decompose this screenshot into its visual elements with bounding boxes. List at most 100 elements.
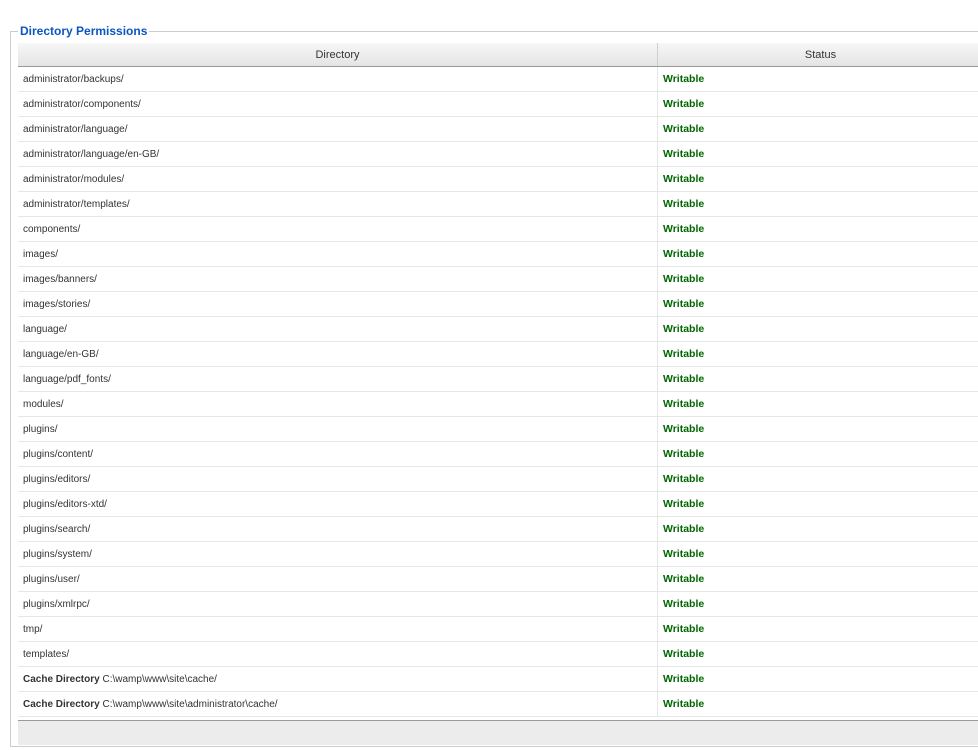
status-cell: Writable	[657, 491, 978, 517]
table-row: components/Writable	[18, 216, 978, 242]
table-row: administrator/templates/Writable	[18, 191, 978, 217]
directory-cell: plugins/	[18, 416, 658, 442]
status-cell: Writable	[657, 316, 978, 342]
table-footer	[18, 720, 978, 745]
directory-cell: plugins/xmlrpc/	[18, 591, 658, 617]
directory-cell: administrator/language/en-GB/	[18, 141, 658, 167]
directory-path: administrator/backups/	[23, 73, 124, 85]
directory-path: images/stories/	[23, 298, 91, 310]
table-row: language/en-GB/Writable	[18, 341, 978, 367]
directory-path: language/pdf_fonts/	[23, 373, 111, 385]
directory-path: administrator/components/	[23, 98, 141, 110]
column-header-directory: Directory	[18, 43, 658, 67]
directory-path: plugins/xmlrpc/	[23, 598, 90, 610]
table-row: administrator/language/Writable	[18, 116, 978, 142]
directory-path: language/en-GB/	[23, 348, 99, 360]
directory-path: modules/	[23, 398, 64, 410]
status-cell: Writable	[657, 391, 978, 417]
table-row: language/pdf_fonts/Writable	[18, 366, 978, 392]
table-row: administrator/modules/Writable	[18, 166, 978, 192]
status-cell: Writable	[657, 141, 978, 167]
directory-path: administrator/templates/	[23, 198, 130, 210]
directory-path: images/	[23, 248, 59, 260]
directory-cell: plugins/user/	[18, 566, 658, 592]
table-row: plugins/content/Writable	[18, 441, 978, 467]
directory-cell: images/banners/	[18, 266, 658, 292]
directory-path: plugins/content/	[23, 448, 94, 460]
table-row: images/Writable	[18, 241, 978, 267]
directory-path: plugins/	[23, 423, 58, 435]
table-row: images/stories/Writable	[18, 291, 978, 317]
status-cell: Writable	[657, 516, 978, 542]
directory-cell: administrator/components/	[18, 91, 658, 117]
status-cell: Writable	[657, 466, 978, 492]
directory-path: C:\wamp\www\site\cache/	[102, 673, 217, 685]
status-cell: Writable	[657, 216, 978, 242]
directory-cell: administrator/language/	[18, 116, 658, 142]
directory-cell: images/	[18, 241, 658, 267]
status-cell: Writable	[657, 166, 978, 192]
status-cell: Writable	[657, 291, 978, 317]
status-cell: Writable	[657, 91, 978, 117]
directory-cell: plugins/search/	[18, 516, 658, 542]
directory-cell: administrator/backups/	[18, 66, 658, 92]
status-cell: Writable	[657, 541, 978, 567]
cache-directory-label: Cache Directory	[23, 698, 100, 710]
directory-cell: language/pdf_fonts/	[18, 366, 658, 392]
directory-cell: plugins/editors-xtd/	[18, 491, 658, 517]
table-row: plugins/user/Writable	[18, 566, 978, 592]
directory-cell: templates/	[18, 641, 658, 667]
table-row: administrator/language/en-GB/Writable	[18, 141, 978, 167]
directory-cell: plugins/content/	[18, 441, 658, 467]
directory-permissions-table: Directory Status administrator/backups/W…	[18, 43, 978, 717]
directory-path: plugins/user/	[23, 573, 80, 585]
column-header-status: Status	[657, 43, 978, 67]
table-row: plugins/xmlrpc/Writable	[18, 591, 978, 617]
directory-cell: components/	[18, 216, 658, 242]
table-row: modules/Writable	[18, 391, 978, 417]
directory-cell: images/stories/	[18, 291, 658, 317]
directory-cell: plugins/editors/	[18, 466, 658, 492]
directory-path: plugins/editors-xtd/	[23, 498, 107, 510]
table-row: language/Writable	[18, 316, 978, 342]
directory-cell: language/	[18, 316, 658, 342]
directory-path: tmp/	[23, 623, 43, 635]
status-cell: Writable	[657, 366, 978, 392]
status-cell: Writable	[657, 641, 978, 667]
directory-cell: administrator/modules/	[18, 166, 658, 192]
directory-cell: language/en-GB/	[18, 341, 658, 367]
cache-directory-label: Cache Directory	[23, 673, 100, 685]
status-cell: Writable	[657, 616, 978, 642]
status-cell: Writable	[657, 691, 978, 717]
table-row: plugins/search/Writable	[18, 516, 978, 542]
directory-path: plugins/search/	[23, 523, 91, 535]
table-row: plugins/system/Writable	[18, 541, 978, 567]
table-row: images/banners/Writable	[18, 266, 978, 292]
status-cell: Writable	[657, 116, 978, 142]
status-cell: Writable	[657, 266, 978, 292]
table-row: Cache Directory C:\wamp\www\site\adminis…	[18, 691, 978, 717]
directory-path: plugins/editors/	[23, 473, 91, 485]
directory-cell: administrator/templates/	[18, 191, 658, 217]
directory-path: administrator/language/en-GB/	[23, 148, 160, 160]
table-row: administrator/components/Writable	[18, 91, 978, 117]
directory-cell: plugins/system/	[18, 541, 658, 567]
table-row: plugins/editors-xtd/Writable	[18, 491, 978, 517]
directory-path: templates/	[23, 648, 70, 660]
status-cell: Writable	[657, 441, 978, 467]
directory-path: C:\wamp\www\site\administrator\cache/	[102, 698, 278, 710]
directory-path: components/	[23, 223, 81, 235]
status-cell: Writable	[657, 666, 978, 692]
table-row: plugins/Writable	[18, 416, 978, 442]
table-row: plugins/editors/Writable	[18, 466, 978, 492]
directory-path: images/banners/	[23, 273, 97, 285]
table-header-row: Directory Status	[18, 43, 978, 67]
directory-path: language/	[23, 323, 67, 335]
directory-path: administrator/language/	[23, 123, 128, 135]
table-row: tmp/Writable	[18, 616, 978, 642]
table-row: templates/Writable	[18, 641, 978, 667]
table-body: administrator/backups/Writable administra…	[18, 66, 978, 717]
status-cell: Writable	[657, 591, 978, 617]
directory-path: plugins/system/	[23, 548, 92, 560]
status-cell: Writable	[657, 191, 978, 217]
